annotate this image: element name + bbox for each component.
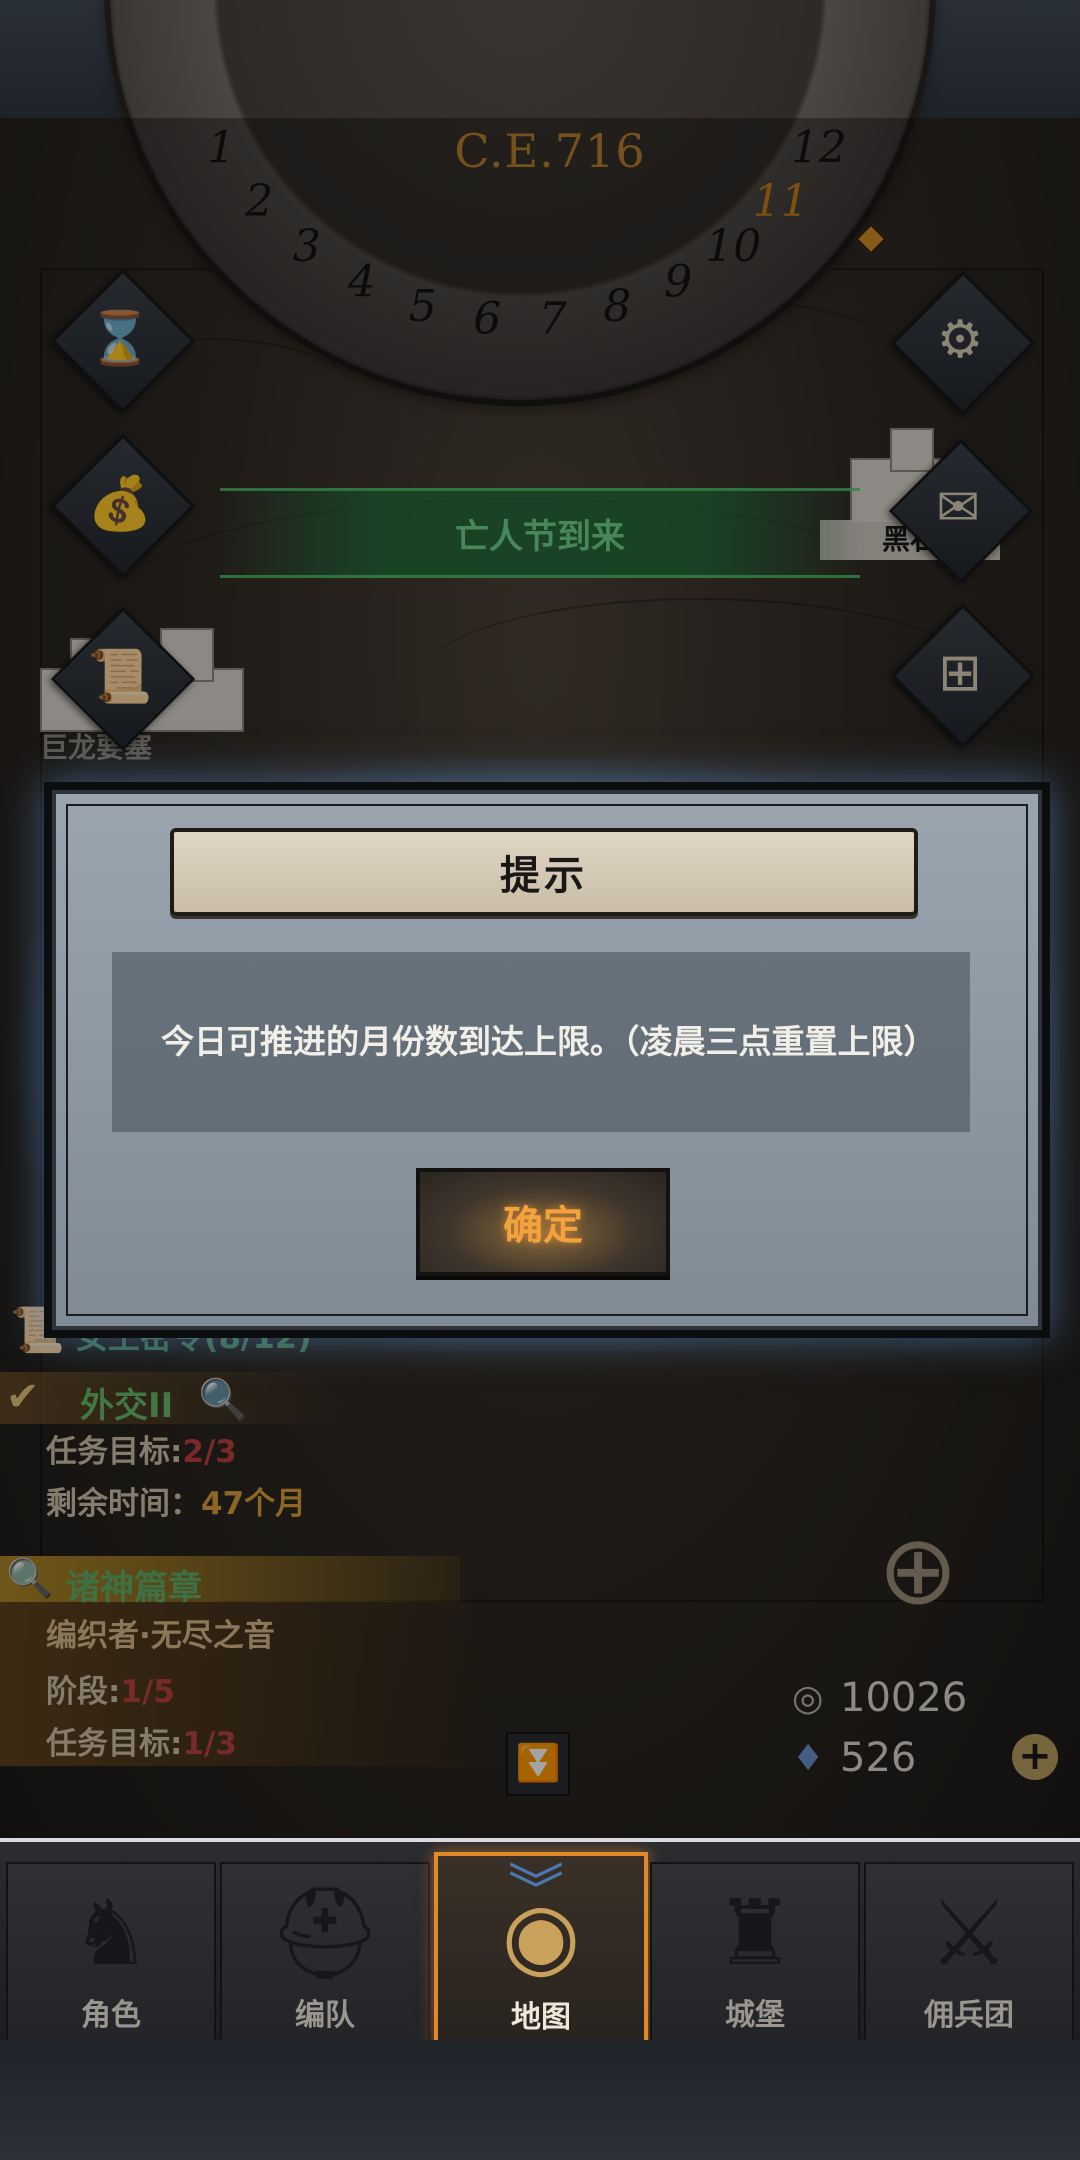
system-nav-bar bbox=[0, 2040, 1080, 2160]
nav-tab-character[interactable]: ♞ 角色 bbox=[6, 1862, 216, 2046]
nav-tab-mercenary[interactable]: ⚔ 佣兵团 bbox=[864, 1862, 1074, 2046]
nav-label: 城堡 bbox=[725, 1998, 785, 2033]
dialog-title-plaque: 提示 bbox=[170, 828, 918, 916]
helmet-icon: ⛑ bbox=[267, 1881, 383, 1986]
nav-label: 地图 bbox=[511, 2000, 571, 2035]
dialog-message: 今日可推进的月份数到达上限。（凌晨三点重置上限） bbox=[161, 1022, 937, 1061]
nav-label: 角色 bbox=[81, 1998, 141, 2033]
knight-icon: ♞ bbox=[70, 1881, 152, 1986]
castle-icon: ♜ bbox=[714, 1881, 796, 1986]
nav-label: 编队 bbox=[295, 1998, 355, 2033]
dialog-message-box: 今日可推进的月份数到达上限。（凌晨三点重置上限） bbox=[112, 952, 970, 1132]
nav-tab-formation[interactable]: ⛑ 编队 bbox=[220, 1862, 430, 2046]
bottom-navigation: ♞ 角色 ⛑ 编队 ︾ ◉ 地图 ♜ 城堡 ⚔ 佣兵团 bbox=[0, 1838, 1080, 2050]
nav-tab-map[interactable]: ︾ ◉ 地图 bbox=[434, 1852, 648, 2050]
confirm-button[interactable]: 确定 bbox=[416, 1168, 670, 1276]
nav-label: 佣兵团 bbox=[924, 1998, 1014, 2033]
confirm-label: 确定 bbox=[503, 1203, 583, 1249]
dialog-title: 提示 bbox=[500, 853, 588, 899]
sword-icon: ⚔ bbox=[928, 1881, 1010, 1986]
nav-tab-castle[interactable]: ♜ 城堡 bbox=[650, 1862, 860, 2046]
chevron-down-icon: ︾ bbox=[508, 1859, 564, 1924]
